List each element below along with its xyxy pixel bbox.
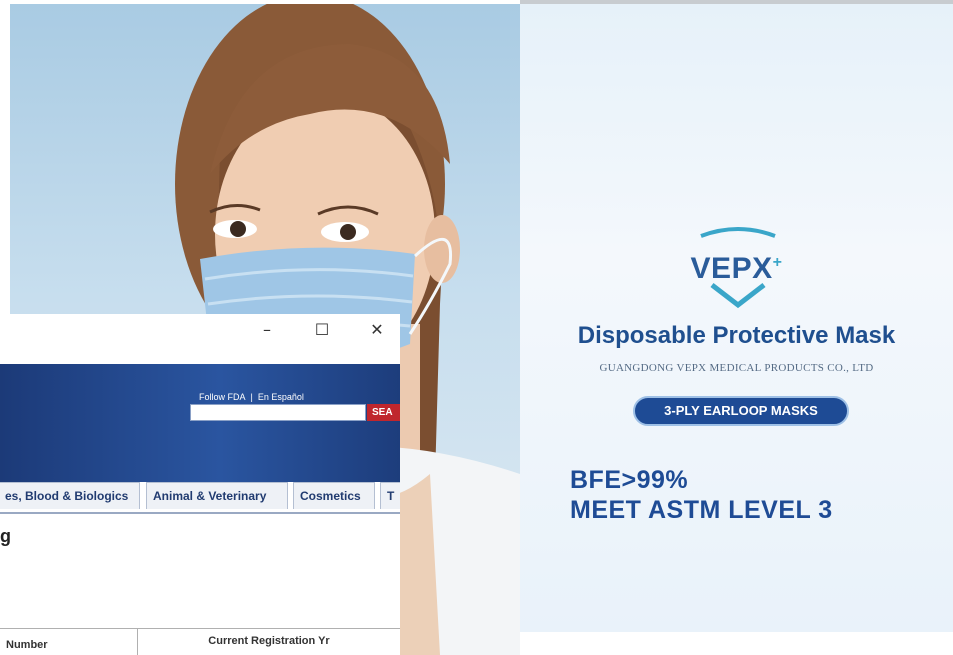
- shield-chevron-icon: [710, 283, 766, 309]
- window-titlebar: – ☐ ✕: [0, 314, 400, 364]
- tab-animal-veterinary[interactable]: Animal & Veterinary: [146, 482, 288, 509]
- browser-window: – ☐ ✕ Follow FDA | En Español SEA es, Bloo…: [0, 314, 400, 655]
- column-header-number[interactable]: Number: [0, 629, 137, 655]
- ad-title: Disposable Protective Mask: [577, 322, 896, 349]
- results-table-header: Number Current Registration Yr: [0, 628, 400, 655]
- fda-header: Follow FDA | En Español SEA: [0, 364, 400, 482]
- link-separator: |: [250, 392, 253, 402]
- nav-tabs: es, Blood & Biologics Animal & Veterinar…: [0, 482, 400, 514]
- astm-claim: MEET ASTM LEVEL 3: [570, 496, 833, 524]
- tab-cosmetics[interactable]: Cosmetics: [293, 482, 375, 509]
- search-input[interactable]: [190, 404, 366, 421]
- company-name: GUANGDONG VEPX MEDICAL PRODUCTS CO., LTD: [599, 362, 874, 374]
- tab-truncated[interactable]: T: [380, 482, 400, 509]
- window-minimize-icon[interactable]: –: [252, 318, 282, 342]
- mask-ad-panel: VEPX+ Disposable Protective Mask GUANGDO…: [520, 4, 953, 632]
- brand-plus: +: [772, 254, 783, 271]
- column-header-registration-year[interactable]: Current Registration Yr: [137, 629, 400, 655]
- window-maximize-icon[interactable]: ☐: [307, 318, 337, 342]
- window-close-icon[interactable]: ✕: [362, 318, 392, 342]
- column-header-number-label: Number: [6, 639, 48, 651]
- page-heading: g: [0, 526, 11, 546]
- search-button[interactable]: SEA: [367, 404, 400, 421]
- product-type-badge: 3-PLY EARLOOP MASKS: [633, 396, 849, 426]
- bfe-claim: BFE>99%: [570, 466, 689, 494]
- tab-blood-biologics[interactable]: es, Blood & Biologics: [0, 482, 140, 509]
- espanol-link[interactable]: En Español: [258, 392, 304, 402]
- follow-fda-link[interactable]: Follow FDA: [199, 392, 246, 402]
- header-links: Follow FDA | En Español: [199, 392, 304, 402]
